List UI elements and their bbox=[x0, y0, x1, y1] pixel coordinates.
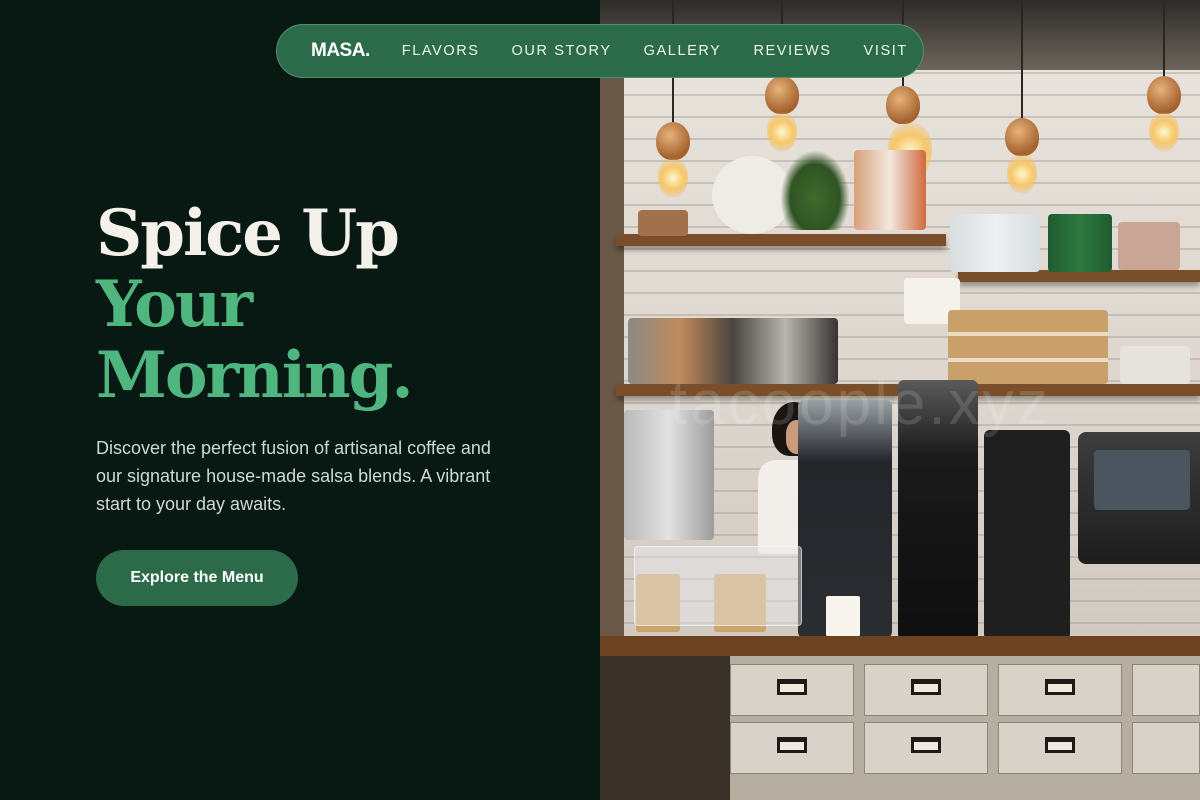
drawer bbox=[730, 722, 854, 774]
headline-line-1: Spice Up bbox=[96, 196, 400, 271]
headline-line-3: Morning. bbox=[96, 338, 414, 413]
photo-wall-edge bbox=[600, 70, 624, 650]
photo-watermark: tacoople.xyz bbox=[670, 369, 1051, 438]
lamp-shade bbox=[1005, 118, 1039, 156]
drawer bbox=[864, 664, 988, 716]
drawer bbox=[1132, 722, 1200, 774]
lamp-shade bbox=[656, 122, 690, 160]
drawer-handle-icon bbox=[777, 737, 807, 753]
drawer bbox=[998, 664, 1122, 716]
main-nav: MASA. FLAVORS OUR STORY GALLERY REVIEWS … bbox=[276, 24, 924, 78]
lower-shelf bbox=[600, 656, 730, 800]
light-bulb-icon bbox=[1149, 112, 1179, 152]
lamp-cord bbox=[1021, 0, 1023, 122]
drawer-handle-icon bbox=[911, 679, 941, 695]
lamp-cord bbox=[1163, 0, 1165, 80]
hero-headline: Spice Up Your Morning. bbox=[96, 196, 414, 413]
drawer bbox=[730, 664, 854, 716]
brand-logo[interactable]: MASA. bbox=[311, 40, 370, 62]
light-bulb-icon bbox=[767, 112, 797, 152]
shelf-box bbox=[638, 210, 688, 236]
shelf-glass-bottles bbox=[950, 214, 1040, 272]
nav-link-flavors[interactable]: FLAVORS bbox=[402, 43, 480, 59]
hero-description: Discover the perfect fusion of artisanal… bbox=[96, 438, 491, 514]
drawer-handle-icon bbox=[1045, 679, 1075, 695]
drawer-cabinet bbox=[730, 656, 1200, 800]
hero-text-panel: Spice Up Your Morning. Discover the perf… bbox=[0, 0, 600, 800]
display-case bbox=[634, 546, 802, 626]
machine-display bbox=[1094, 450, 1190, 510]
nav-link-gallery[interactable]: GALLERY bbox=[644, 43, 722, 59]
nav-link-reviews[interactable]: REVIEWS bbox=[753, 43, 831, 59]
lamp-shade bbox=[886, 86, 920, 124]
drawer-handle-icon bbox=[777, 679, 807, 695]
coffee-cup-icon bbox=[826, 596, 860, 640]
nav-link-visit[interactable]: VISIT bbox=[864, 43, 908, 59]
black-grinder bbox=[984, 430, 1070, 640]
shelf-box bbox=[1118, 222, 1180, 270]
espresso-machine bbox=[1078, 432, 1200, 564]
drawer bbox=[998, 722, 1122, 774]
light-bulb-icon bbox=[1007, 154, 1037, 194]
drawer-handle-icon bbox=[1045, 737, 1075, 753]
drawer bbox=[864, 722, 988, 774]
explore-menu-button[interactable]: Explore the Menu bbox=[96, 550, 298, 606]
shelf-bottles bbox=[854, 150, 926, 230]
nav-link-our-story[interactable]: OUR STORY bbox=[512, 43, 612, 59]
shelf-green-bottles bbox=[1048, 214, 1112, 272]
drawer-handle-icon bbox=[911, 737, 941, 753]
cafe-photo: tacoople.xyz bbox=[600, 0, 1200, 800]
light-bulb-icon bbox=[658, 158, 688, 198]
lamp-shade bbox=[765, 76, 799, 114]
shelf-jars bbox=[1120, 346, 1190, 384]
plant-icon bbox=[780, 150, 850, 230]
wooden-counter bbox=[600, 636, 1200, 656]
headline-line-2: Your bbox=[96, 267, 253, 342]
drawer bbox=[1132, 664, 1200, 716]
lamp-shade bbox=[1147, 76, 1181, 114]
